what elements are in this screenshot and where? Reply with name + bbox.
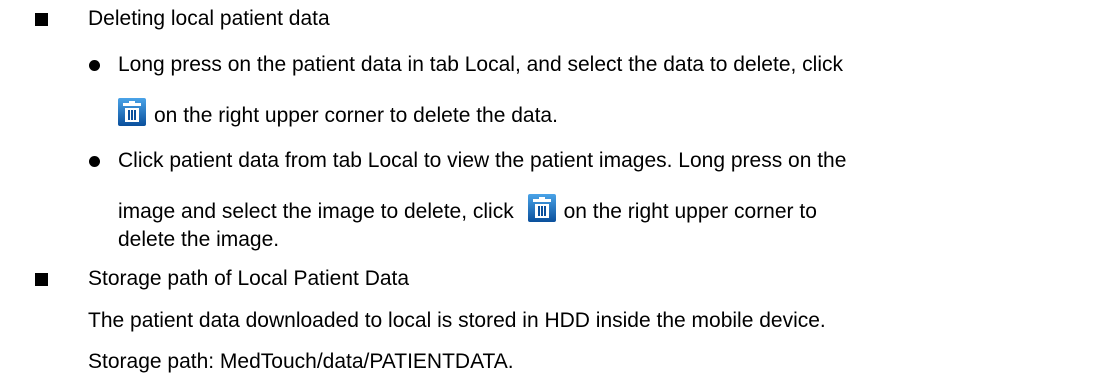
section-heading: Deleting local patient data [88, 7, 330, 30]
paragraph-line: Long press on the patient data in tab Lo… [118, 53, 843, 76]
paragraph-line: The patient data downloaded to local is … [88, 309, 826, 332]
paragraph-line: on the right upper corner to delete the … [118, 98, 558, 128]
trash-icon [527, 194, 556, 222]
trash-icon [118, 98, 146, 126]
square-bullet [35, 13, 48, 26]
paragraph-line: Storage path: MedTouch/data/PATIENTDATA. [88, 350, 514, 373]
square-bullet [35, 273, 48, 286]
paragraph-text: on the right upper corner to delete the … [154, 104, 558, 127]
round-bullet [89, 60, 100, 71]
paragraph-text: on the right upper corner to [563, 200, 817, 223]
section-heading: Storage path of Local Patient Data [88, 267, 410, 290]
paragraph-line: delete the image. [118, 228, 280, 251]
paragraph-line: Click patient data from tab Local to vie… [118, 149, 847, 172]
paragraph-text: image and select the image to delete, cl… [118, 200, 514, 223]
paragraph-line: image and select the image to delete, cl… [118, 194, 817, 224]
round-bullet [89, 156, 100, 167]
